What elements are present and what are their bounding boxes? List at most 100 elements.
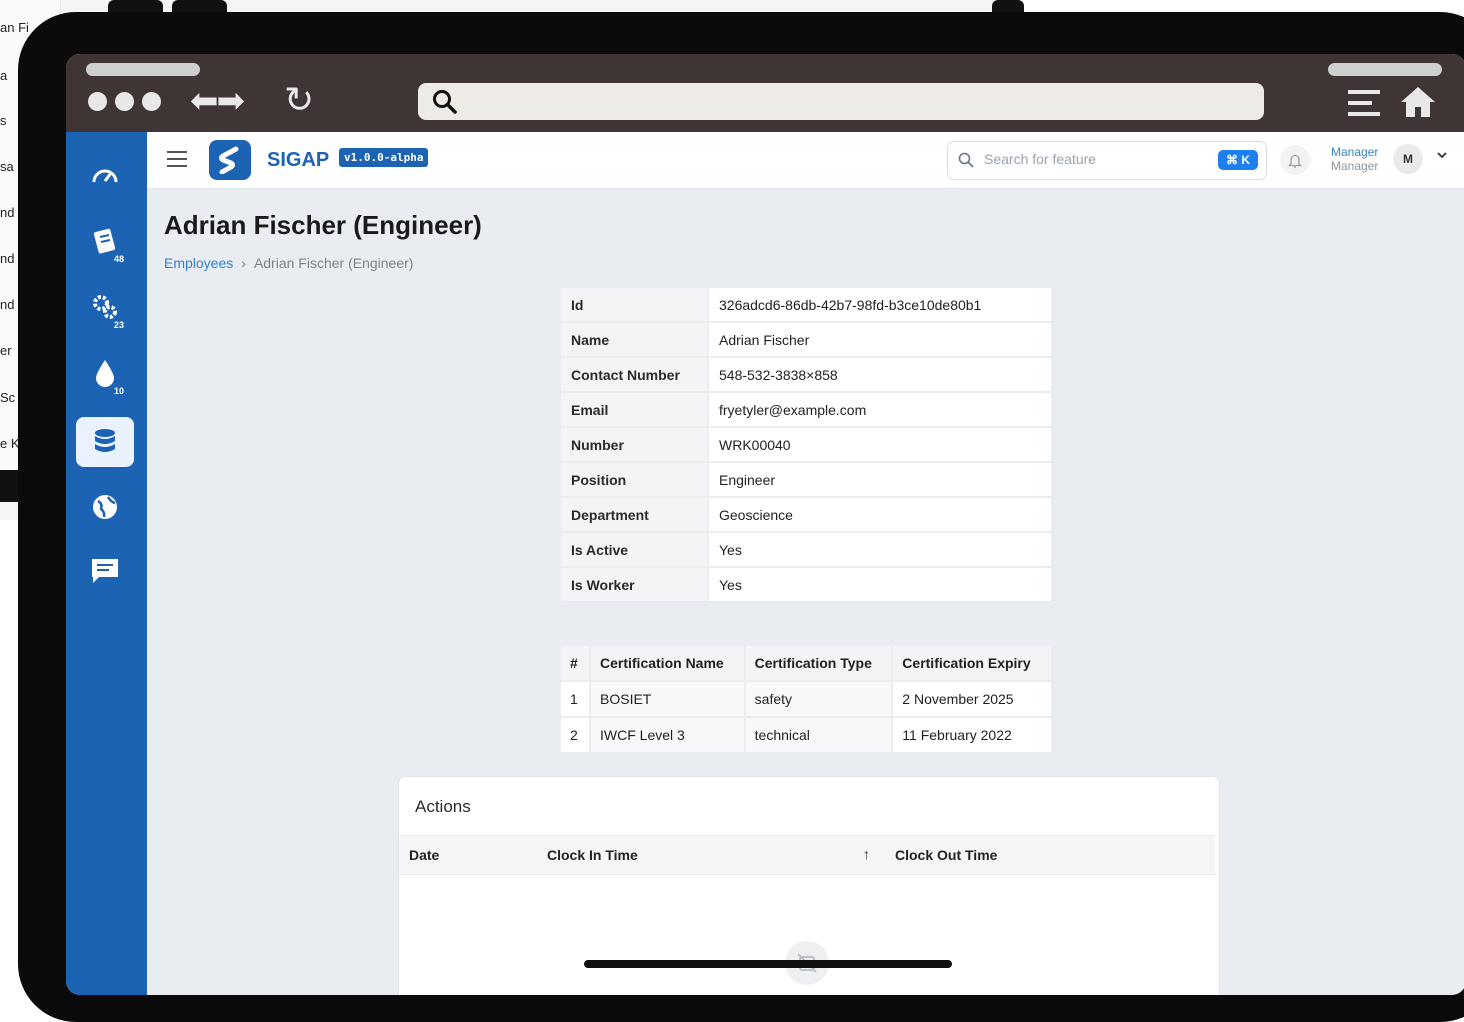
- background-list-item: s: [0, 113, 7, 128]
- sidebar-item-maintenance[interactable]: 23: [76, 282, 134, 332]
- chevron-down-icon[interactable]: [1436, 150, 1448, 160]
- sidebar-badge: 23: [113, 320, 124, 330]
- background-list-item: nd: [0, 251, 15, 266]
- avatar[interactable]: M: [1393, 144, 1423, 174]
- breadcrumb-link-employees[interactable]: Employees: [164, 255, 233, 271]
- table-row: Number WRK00040: [561, 428, 1051, 461]
- drop-icon: [96, 360, 114, 387]
- column-header-clock-in[interactable]: Clock In Time: [547, 847, 638, 863]
- detail-label: Number: [561, 428, 707, 461]
- actions-title: Actions: [415, 797, 471, 816]
- feature-search[interactable]: ⌘ K: [947, 141, 1267, 180]
- column-header-clock-out[interactable]: Clock Out Time: [895, 847, 997, 863]
- logo[interactable]: [209, 140, 251, 180]
- sidebar-item-fluids[interactable]: 10: [76, 348, 134, 398]
- reload-icon[interactable]: ↻: [284, 82, 314, 118]
- detail-label: Department: [561, 498, 707, 531]
- column-header: Certification Expiry: [893, 646, 1051, 680]
- breadcrumb-current: Adrian Fischer (Engineer): [253, 255, 414, 271]
- toolbar-pill: [86, 63, 200, 76]
- sort-arrow-icon[interactable]: ↑: [863, 846, 870, 862]
- background-list-item: Sc: [0, 390, 16, 405]
- menu-icon[interactable]: [1348, 88, 1380, 118]
- column-header: Certification Type: [745, 646, 892, 680]
- sidebar-item-database[interactable]: [76, 417, 134, 467]
- column-header: Certification Name: [591, 646, 744, 680]
- sidebar-item-reports[interactable]: 48: [76, 216, 134, 266]
- page-title: Adrian Fischer (Engineer): [164, 210, 482, 240]
- back-forward-icon[interactable]: ⬅➡: [190, 84, 245, 118]
- address-bar[interactable]: [418, 83, 1264, 120]
- background-list-item: er: [0, 343, 12, 358]
- background-list-item: an Fi: [0, 20, 29, 35]
- chat-icon: [92, 559, 118, 583]
- shortcut-badge: ⌘ K: [1218, 150, 1258, 170]
- detail-value: Yes: [709, 533, 1051, 566]
- user-menu[interactable]: Manager Manager: [1331, 145, 1378, 173]
- sidebar-item-dashboard[interactable]: [76, 152, 134, 202]
- hamburger-icon[interactable]: [167, 151, 187, 167]
- detail-label: Name: [561, 323, 707, 356]
- detail-value: Geoscience: [709, 498, 1051, 531]
- cell-cert-type: safety: [745, 682, 892, 716]
- background-list-item: a: [0, 68, 8, 83]
- cell-cert-name: BOSIET: [591, 682, 744, 716]
- certifications-table: # Certification Name Certification Type …: [559, 644, 1053, 754]
- employee-details-table: Id 326adcd6-86db-42b7-98fd-b3ce10de80b1 N…: [559, 286, 1053, 603]
- column-header: #: [561, 646, 589, 680]
- user-name: Manager: [1331, 145, 1379, 159]
- breadcrumb: Employees › Adrian Fischer (Engineer): [164, 255, 413, 271]
- sidebar-item-messages[interactable]: [76, 546, 134, 596]
- cell-cert-name: IWCF Level 3: [591, 718, 744, 752]
- detail-value: Engineer: [709, 463, 1051, 496]
- attendance-table-header: Date Clock In Time ↑ Clock Out Time: [399, 835, 1215, 875]
- database-icon: [95, 429, 115, 452]
- window-dot[interactable]: [88, 92, 107, 111]
- search-icon: [958, 152, 974, 168]
- search-input[interactable]: [982, 150, 1196, 168]
- detail-value: 326adcd6-86db-42b7-98fd-b3ce10de80b1: [709, 288, 1051, 321]
- detail-value: Yes: [709, 568, 1051, 601]
- table-row: Department Geoscience: [561, 498, 1051, 531]
- gauge-icon: [92, 169, 118, 183]
- table-row: 1 BOSIET safety 2 November 2025: [561, 682, 1051, 716]
- table-row: Name Adrian Fischer: [561, 323, 1051, 356]
- window-controls[interactable]: [88, 92, 161, 111]
- detail-label: Is Active: [561, 533, 707, 566]
- cell-cert-expiry: 11 February 2022: [893, 718, 1051, 752]
- browser-toolbar: ⬅➡ ↻: [66, 54, 1464, 132]
- window-dot[interactable]: [142, 92, 161, 111]
- background-list-item: e K: [0, 436, 20, 451]
- table-row: Is Active Yes: [561, 533, 1051, 566]
- version-badge: v1.0.0-alpha: [339, 148, 429, 167]
- table-row: Id 326adcd6-86db-42b7-98fd-b3ce10de80b1: [561, 288, 1051, 321]
- detail-label: Is Worker: [561, 568, 707, 601]
- sidebar: 48 23 10: [66, 132, 147, 995]
- sidebar-item-map[interactable]: [76, 482, 134, 532]
- gears-icon: [93, 295, 117, 319]
- table-header-row: # Certification Name Certification Type …: [561, 646, 1051, 680]
- detail-label: Position: [561, 463, 707, 496]
- window-dot[interactable]: [115, 92, 134, 111]
- detail-label: Email: [561, 393, 707, 426]
- cell-cert-type: technical: [745, 718, 892, 752]
- cell-cert-expiry: 2 November 2025: [893, 682, 1051, 716]
- bell-icon: [1288, 154, 1302, 168]
- detail-label: Contact Number: [561, 358, 707, 391]
- table-row: 2 IWCF Level 3 technical 11 February 202…: [561, 718, 1051, 752]
- background-list-item: nd: [0, 297, 15, 312]
- home-indicator[interactable]: [584, 960, 952, 968]
- toolbar-pill: [1328, 63, 1442, 76]
- clipboard-icon: [93, 228, 116, 254]
- app-header: SIGAP v1.0.0-alpha ⌘ K Manager Manager: [147, 132, 1464, 189]
- table-row: Position Engineer: [561, 463, 1051, 496]
- search-icon: [433, 90, 457, 114]
- table-row: Contact Number 548-532-3838×858: [561, 358, 1051, 391]
- home-icon[interactable]: [1400, 86, 1436, 118]
- tablet-screen: ⬅➡ ↻ 48 23 10 SIGAP v1.0.0-alpha Search …: [66, 54, 1464, 995]
- notification-button[interactable]: [1280, 145, 1310, 175]
- cell-index: 1: [561, 682, 589, 716]
- tablet-frame: ⬅➡ ↻ 48 23 10 SIGAP v1.0.0-alpha Search …: [18, 12, 1464, 1022]
- column-header-date[interactable]: Date: [409, 847, 439, 863]
- detail-value: fryetyler@example.com: [709, 393, 1051, 426]
